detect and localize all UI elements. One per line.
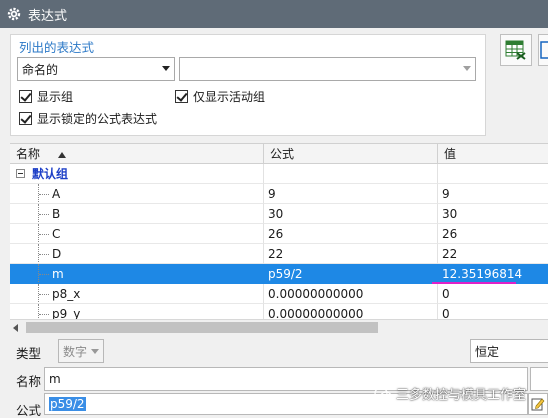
- table-row[interactable]: p8_x 0.00000000000 0: [10, 284, 548, 304]
- chevron-down-icon: [463, 66, 471, 71]
- window-title: 表达式: [28, 8, 68, 24]
- table-group-row[interactable]: 默认组: [10, 164, 548, 184]
- column-header-value[interactable]: 值: [438, 144, 548, 164]
- watermark: 三多数控与模具工作室: [374, 384, 526, 403]
- type-select-value: 数字: [63, 344, 88, 359]
- type-select[interactable]: 数字: [58, 339, 104, 363]
- formula-edit-button[interactable]: [528, 393, 548, 415]
- sort-ascending-icon: [57, 151, 66, 158]
- cell-formula: p59/2: [264, 264, 438, 284]
- scrollbar-thumb[interactable]: [26, 322, 378, 333]
- annotation-underline: [432, 282, 516, 284]
- table-row[interactable]: B 30 30: [10, 204, 548, 224]
- checkbox-active-group-only[interactable]: 仅显示活动组: [175, 88, 265, 105]
- formula-label: 公式: [16, 403, 42, 418]
- chevron-down-icon: [162, 66, 170, 71]
- filter-select-value: 命名的: [22, 62, 59, 77]
- column-header-label: 公式: [270, 147, 295, 161]
- checkbox-show-groups[interactable]: 显示组: [19, 88, 73, 105]
- column-header-name[interactable]: 名称: [10, 144, 264, 164]
- checkbox-label: 显示组: [37, 90, 74, 104]
- column-header-label: 值: [444, 147, 457, 161]
- filter-text-combo[interactable]: [179, 57, 476, 81]
- name-input-value: m: [49, 372, 61, 386]
- wechat-icon: [374, 386, 392, 401]
- scroll-left-icon[interactable]: [13, 324, 18, 332]
- cell-name: m: [10, 264, 264, 284]
- section-title: 列出的表达式: [19, 40, 95, 55]
- cell-formula: 9: [264, 184, 438, 204]
- toolbar-button-partial[interactable]: [538, 34, 548, 66]
- cell-name: A: [10, 184, 264, 204]
- cell-value: 30: [438, 204, 548, 224]
- cell-formula: 22: [264, 244, 438, 264]
- unit-select-value: 恒定: [475, 344, 500, 359]
- table-row[interactable]: A 9 9: [10, 184, 548, 204]
- spreadsheet-button[interactable]: [500, 34, 532, 66]
- checkbox-checked-icon: [19, 112, 32, 125]
- expressions-table: 名称 公式 值 默认组 A 9 9 B 30 30 C 26 26 D 22 2…: [10, 143, 548, 321]
- cell-value: 9: [438, 184, 548, 204]
- table-row[interactable]: D 22 22: [10, 244, 548, 264]
- cell-name: p8_x: [10, 284, 264, 304]
- checkbox-show-locked-formula[interactable]: 显示锁定的公式表达式: [19, 110, 157, 127]
- checkbox-checked-icon: [19, 90, 32, 103]
- watermark-text: 三多数控与模具工作室: [396, 388, 527, 403]
- table-cell: [264, 164, 438, 184]
- spreadsheet-icon: [505, 40, 526, 60]
- column-header-label: 名称: [16, 147, 41, 161]
- cell-value: 22: [438, 244, 548, 264]
- cell-value: 0: [438, 284, 548, 304]
- edit-icon: [531, 398, 545, 411]
- cell-formula: 26: [264, 224, 438, 244]
- table-row[interactable]: C 26 26: [10, 224, 548, 244]
- name-side-field[interactable]: [530, 367, 548, 391]
- chevron-down-icon: [91, 349, 99, 354]
- checkbox-checked-icon: [175, 90, 188, 103]
- formula-input-value: p59/2: [49, 397, 86, 411]
- group-cell: 默认组: [10, 164, 264, 184]
- cell-value: 12.35196814: [438, 264, 548, 284]
- cell-formula: 0.00000000000: [264, 284, 438, 304]
- partial-icon: [540, 41, 548, 59]
- gear-icon: [7, 7, 21, 21]
- group-name: 默认组: [32, 167, 69, 181]
- title-bar: 表达式: [0, 0, 548, 28]
- collapse-icon[interactable]: [16, 169, 25, 178]
- column-header-formula[interactable]: 公式: [264, 144, 438, 164]
- cell-name: B: [10, 204, 264, 224]
- list-panel: 列出的表达式 命名的 显示组 仅显示活动组 显示锁定的公式表达式: [10, 34, 486, 136]
- horizontal-scrollbar[interactable]: [10, 319, 548, 335]
- checkbox-label: 仅显示活动组: [193, 90, 266, 104]
- cell-name: D: [10, 244, 264, 264]
- cell-name: C: [10, 224, 264, 244]
- unit-select[interactable]: 恒定: [470, 339, 548, 363]
- table-row-selected[interactable]: m p59/2 12.35196814: [10, 264, 548, 284]
- name-label: 名称: [16, 374, 42, 389]
- cell-value: 26: [438, 224, 548, 244]
- filter-select[interactable]: 命名的: [17, 57, 175, 81]
- type-label: 类型: [16, 346, 42, 361]
- table-header: 名称 公式 值: [10, 144, 548, 164]
- cell-formula: 30: [264, 204, 438, 224]
- table-cell: [438, 164, 548, 184]
- checkbox-label: 显示锁定的公式表达式: [37, 112, 158, 126]
